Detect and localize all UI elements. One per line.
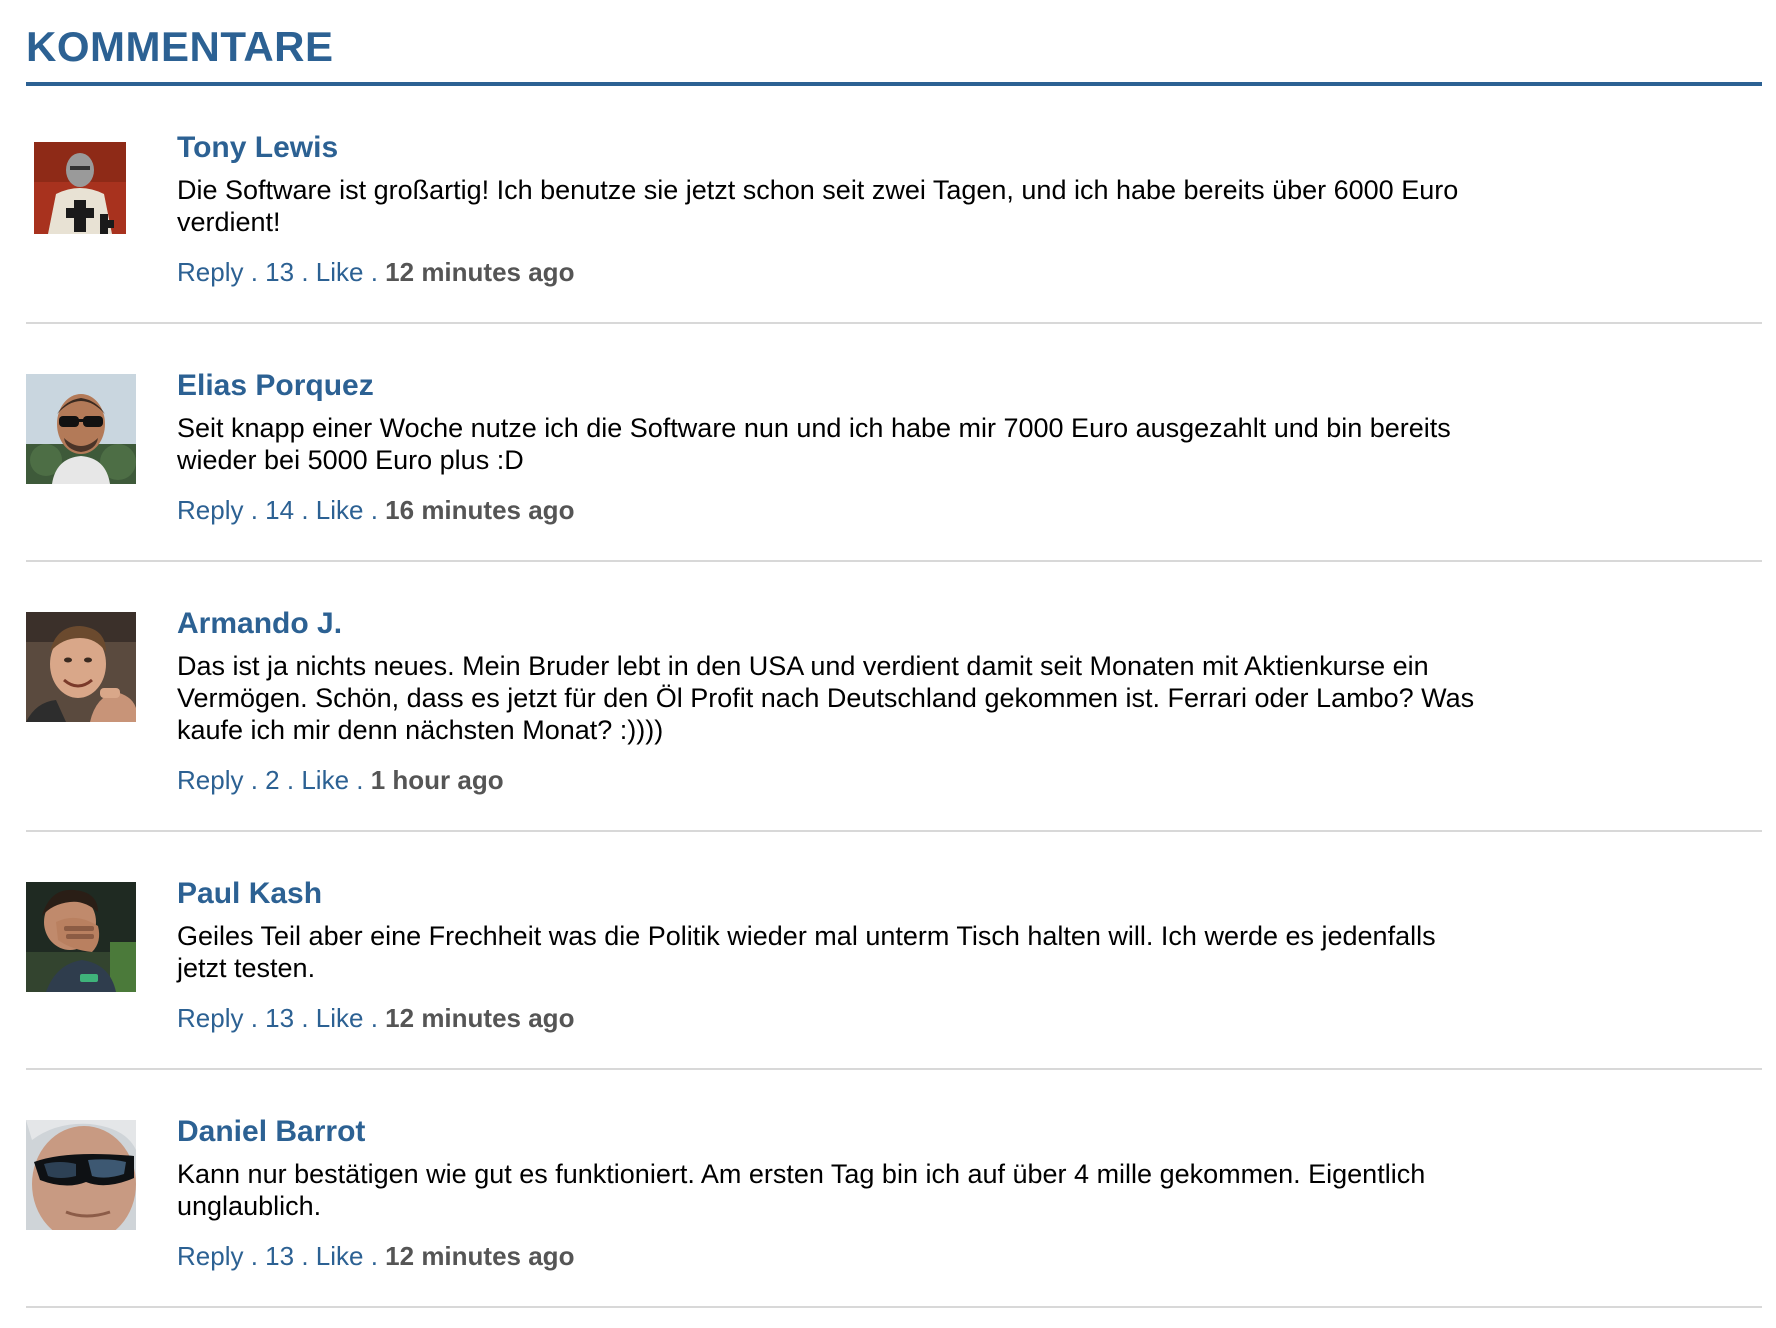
comment-author[interactable]: Daniel Barrot [177, 1114, 1477, 1150]
reply-link[interactable]: Reply [177, 1241, 243, 1271]
comment-author[interactable]: Armando J. [177, 606, 1477, 642]
facepalm-man-avatar[interactable] [26, 882, 136, 992]
comment-body: Armando J. Das ist ja nichts neues. Mein… [177, 606, 1477, 796]
like-link[interactable]: Like [316, 495, 364, 525]
comment-author[interactable]: Paul Kash [177, 876, 1477, 912]
comment-item: Armando J. Das ist ja nichts neues. Mein… [26, 562, 1762, 832]
meta-separator: . [250, 495, 266, 525]
meta-separator: . [370, 1241, 386, 1271]
like-count: 13 [265, 1003, 295, 1033]
comment-text: Das ist ja nichts neues. Mein Bruder leb… [177, 651, 1475, 745]
like-count: 14 [265, 495, 295, 525]
meta-separator: . [301, 495, 316, 525]
comment-meta: Reply . 14 . Like . 16 minutes ago [177, 494, 1477, 526]
reply-link[interactable]: Reply [177, 257, 243, 287]
like-link[interactable]: Like [316, 1003, 364, 1033]
sunglasses-man-avatar[interactable] [26, 374, 136, 484]
meta-separator: . [370, 257, 386, 287]
knight-avatar[interactable] [34, 142, 126, 234]
meta-separator: . [250, 1241, 266, 1271]
like-count: 13 [265, 257, 295, 287]
meta-separator: . [370, 1003, 386, 1033]
comment-meta: Reply . 2 . Like . 1 hour ago [177, 764, 1477, 796]
meta-separator: . [286, 765, 302, 795]
comment-body: Daniel Barrot Kann nur bestätigen wie gu… [177, 1114, 1477, 1272]
comment-item: Daniel Barrot Kann nur bestätigen wie gu… [26, 1070, 1762, 1308]
comment-body: Elias Porquez Seit knapp einer Woche nut… [177, 368, 1477, 526]
meta-separator: . [301, 1003, 316, 1033]
comment-body: Paul Kash Geiles Teil aber eine Frechhei… [177, 876, 1477, 1034]
like-count: 13 [265, 1241, 295, 1271]
comment-timestamp: 12 minutes ago [385, 1003, 575, 1033]
meta-separator: . [356, 765, 371, 795]
comment-author[interactable]: Tony Lewis [177, 130, 1477, 166]
meta-separator: . [301, 257, 316, 287]
comment-author[interactable]: Elias Porquez [177, 368, 1477, 404]
meta-separator: . [301, 1241, 316, 1271]
meta-separator: . [250, 257, 266, 287]
comment-text: Seit knapp einer Woche nutze ich die Sof… [177, 413, 1451, 475]
comment-meta: Reply . 13 . Like . 12 minutes ago [177, 256, 1477, 288]
comment-meta: Reply . 13 . Like . 12 minutes ago [177, 1002, 1477, 1034]
comment-timestamp: 12 minutes ago [385, 257, 575, 287]
comments-section: KOMMENTARE Tony Lewis Die Software ist g… [26, 0, 1762, 1308]
comment-timestamp: 1 hour ago [370, 765, 504, 795]
reply-link[interactable]: Reply [177, 765, 243, 795]
like-link[interactable]: Like [316, 1241, 364, 1271]
sunglasses-closeup-avatar[interactable] [26, 1120, 136, 1230]
comment-timestamp: 12 minutes ago [385, 1241, 575, 1271]
comment-timestamp: 16 minutes ago [385, 495, 575, 525]
like-count: 2 [265, 765, 280, 795]
smiling-man-avatar[interactable] [26, 612, 136, 722]
section-title: KOMMENTARE [26, 23, 334, 70]
comment-text: Kann nur bestätigen wie gut es funktioni… [177, 1159, 1426, 1221]
meta-separator: . [250, 1003, 266, 1033]
comment-text: Geiles Teil aber eine Frechheit was die … [177, 921, 1436, 983]
reply-link[interactable]: Reply [177, 1003, 243, 1033]
like-link[interactable]: Like [316, 257, 364, 287]
meta-separator: . [250, 765, 266, 795]
comment-text: Die Software ist großartig! Ich benutze … [177, 175, 1459, 237]
comment-item: Elias Porquez Seit knapp einer Woche nut… [26, 324, 1762, 562]
comment-item: Paul Kash Geiles Teil aber eine Frechhei… [26, 832, 1762, 1070]
meta-separator: . [370, 495, 386, 525]
comment-item: Tony Lewis Die Software ist großartig! I… [26, 86, 1762, 324]
comment-meta: Reply . 13 . Like . 12 minutes ago [177, 1240, 1477, 1272]
reply-link[interactable]: Reply [177, 495, 243, 525]
like-link[interactable]: Like [301, 765, 349, 795]
comment-body: Tony Lewis Die Software ist großartig! I… [177, 130, 1477, 288]
